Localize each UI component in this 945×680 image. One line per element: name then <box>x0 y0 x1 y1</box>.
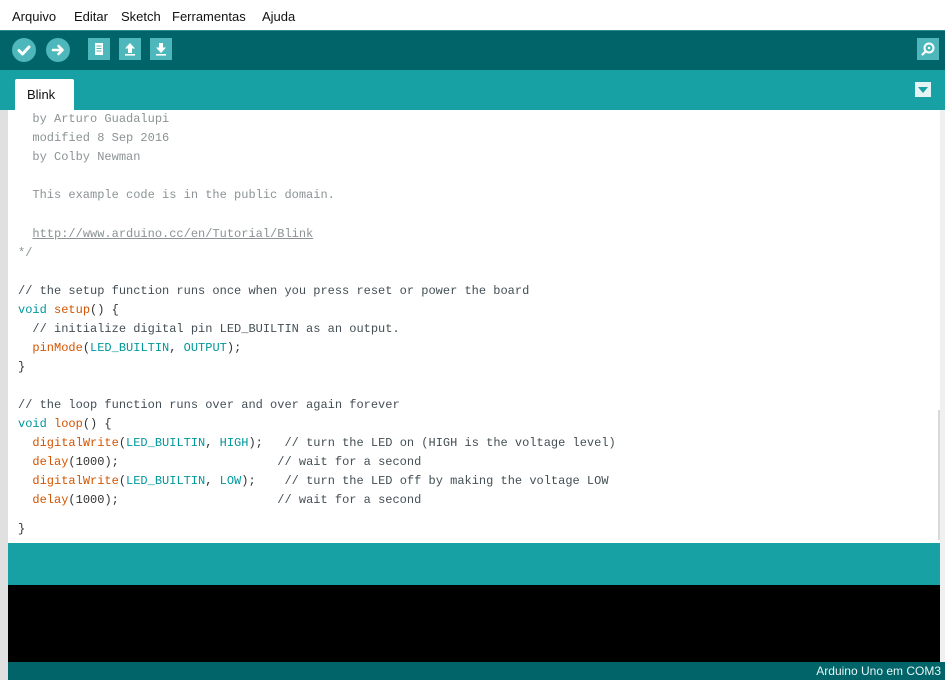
code-line: void loop() { <box>18 415 112 434</box>
code-line: modified 8 Sep 2016 <box>18 131 170 145</box>
code-line: delay(1000); // wait for a second <box>32 455 422 469</box>
function-name: pinMode <box>32 341 83 355</box>
constant: LOW <box>219 474 242 488</box>
function-name: delay <box>32 455 69 469</box>
keyword: void <box>18 303 47 317</box>
code-line: digitalWrite(LED_BUILTIN, LOW); // turn … <box>32 474 609 488</box>
function-name: digitalWrite <box>32 474 119 488</box>
tab-menu-button[interactable] <box>915 82 931 97</box>
code-line: digitalWrite(LED_BUILTIN, HIGH); // turn… <box>32 436 616 450</box>
arrow-down-icon <box>156 43 166 56</box>
code-line: // initialize digital pin LED_BUILTIN as… <box>18 322 400 336</box>
function-name: setup <box>54 303 91 317</box>
triangle-down-icon <box>918 87 928 93</box>
code-line: by Colby Newman <box>18 150 141 164</box>
tab-blink[interactable]: Blink <box>15 79 74 110</box>
verify-button[interactable] <box>12 38 36 62</box>
constant: LED_BUILTIN <box>126 436 206 450</box>
function-name: loop <box>54 417 83 431</box>
menu-sketch[interactable]: Sketch <box>121 9 161 25</box>
arrow-up-icon <box>125 43 135 56</box>
code-line: */ <box>18 246 33 260</box>
serial-monitor-button[interactable] <box>917 38 939 60</box>
inline-comment: // wait for a second <box>277 493 422 507</box>
menu-editar[interactable]: Editar <box>74 9 108 25</box>
code-editor[interactable]: by Arturo Guadalupi modified 8 Sep 2016 … <box>8 110 940 543</box>
constant: LED_BUILTIN <box>90 341 170 355</box>
inline-comment: // turn the LED on (HIGH is the voltage … <box>284 436 616 450</box>
console-output[interactable] <box>8 585 940 662</box>
board-port-label: Arduino Uno em COM3 <box>816 664 941 678</box>
function-name: delay <box>32 493 69 507</box>
constant: HIGH <box>219 436 249 450</box>
footer-bar: Arduino Uno em COM3 <box>8 662 945 680</box>
menu-ajuda[interactable]: Ajuda <box>262 9 295 25</box>
check-icon <box>17 45 31 56</box>
left-border <box>0 110 8 680</box>
code-line: by Arturo Guadalupi <box>18 112 170 126</box>
code-line: void setup() { <box>18 301 119 320</box>
code-line: // the setup function runs once when you… <box>18 284 530 298</box>
arrow-right-icon <box>51 44 64 56</box>
number-literal: 1000 <box>75 493 105 507</box>
new-button[interactable] <box>88 38 110 60</box>
code-text: () { <box>82 417 112 431</box>
number-literal: 1000 <box>75 455 105 469</box>
toolbar <box>0 30 945 71</box>
new-document-icon <box>95 43 103 55</box>
tab-label: Blink <box>27 87 56 102</box>
menu-ferramentas[interactable]: Ferramentas <box>172 9 246 25</box>
right-border <box>940 110 945 662</box>
upload-button[interactable] <box>46 38 70 62</box>
constant: OUTPUT <box>183 341 227 355</box>
menu-arquivo[interactable]: Arquivo <box>12 9 56 25</box>
save-button[interactable] <box>150 38 172 60</box>
code-line: pinMode(LED_BUILTIN, OUTPUT); <box>32 341 242 355</box>
inline-comment: // turn the LED off by making the voltag… <box>284 474 609 488</box>
tutorial-link[interactable]: http://www.arduino.cc/en/Tutorial/Blink <box>32 227 313 241</box>
menu-bar: Arquivo Editar Sketch Ferramentas Ajuda <box>0 0 945 30</box>
code-line: } <box>18 522 26 536</box>
open-button[interactable] <box>119 38 141 60</box>
tab-bar: Blink <box>0 70 945 110</box>
editor-scrollbar[interactable] <box>938 410 940 540</box>
keyword: void <box>18 417 47 431</box>
code-text: () { <box>90 303 119 317</box>
code-line: // the loop function runs over and over … <box>18 398 400 412</box>
inline-comment: // wait for a second <box>277 455 422 469</box>
status-bar <box>8 543 940 585</box>
code-line: delay(1000); // wait for a second <box>32 493 422 507</box>
constant: LED_BUILTIN <box>126 474 206 488</box>
code-line: http://www.arduino.cc/en/Tutorial/Blink <box>18 225 313 244</box>
function-name: digitalWrite <box>32 436 119 450</box>
magnifier-icon <box>921 42 935 56</box>
code-line: } <box>18 360 26 374</box>
code-line: This example code is in the public domai… <box>18 188 335 202</box>
